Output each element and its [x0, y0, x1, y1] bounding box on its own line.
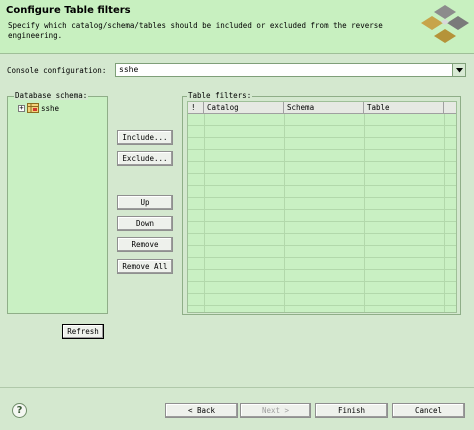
down-button[interactable]: Down [117, 216, 173, 231]
console-configuration-label: Console configuration: [7, 66, 107, 75]
table-filters-legend: Table filters: [187, 91, 253, 100]
page-title: Configure Table filters [6, 5, 131, 16]
table-header: ! Catalog Schema Table [188, 102, 456, 114]
column-header-exclude[interactable]: ! [188, 102, 204, 114]
column-header-table[interactable]: Table [364, 102, 444, 114]
grid-column-line [444, 114, 445, 312]
page-description: Specify which catalog/schema/tables shou… [8, 21, 383, 40]
table-filters-table[interactable]: ! Catalog Schema Table [187, 101, 457, 313]
column-header-filler [444, 102, 456, 114]
table-body[interactable] [188, 114, 456, 312]
grid-row-line [188, 221, 456, 222]
remove-all-button[interactable]: Remove All [117, 259, 173, 274]
column-header-catalog[interactable]: Catalog [204, 102, 284, 114]
console-configuration-value: sshe [119, 65, 139, 74]
grid-column-line [204, 114, 205, 312]
finish-button[interactable]: Finish [315, 403, 388, 418]
include-button[interactable]: Include... [117, 130, 173, 145]
expand-icon[interactable]: + [18, 104, 25, 112]
table-filters-group: Table filters: ! Catalog Schema Table [182, 91, 461, 315]
column-header-schema[interactable]: Schema [284, 102, 364, 114]
schema-tree-item[interactable]: + sshe [18, 103, 59, 113]
grid-row-line [188, 197, 456, 198]
grid-row-line [188, 137, 456, 138]
grid-row-line [188, 281, 456, 282]
exclude-button[interactable]: Exclude... [117, 151, 173, 166]
grid-column-line [364, 114, 365, 312]
chevron-down-icon[interactable] [452, 64, 465, 76]
grid-row-line [188, 305, 456, 306]
grid-row-line [188, 173, 456, 174]
grid-row-line [188, 185, 456, 186]
remove-button[interactable]: Remove [117, 237, 173, 252]
grid-row-line [188, 245, 456, 246]
grid-row-line [188, 233, 456, 234]
up-button[interactable]: Up [117, 195, 173, 210]
schema-tree-label: sshe [41, 103, 60, 113]
footer-separator [0, 387, 474, 388]
database-icon [27, 103, 39, 113]
grid-row-line [188, 125, 456, 126]
grid-row-line [188, 149, 456, 150]
grid-row-line [188, 269, 456, 270]
grid-row-line [188, 161, 456, 162]
database-schema-legend: Database schema: [14, 91, 89, 100]
refresh-button[interactable]: Refresh [62, 324, 104, 339]
next-button[interactable]: Next > [240, 403, 311, 418]
grid-row-line [188, 209, 456, 210]
wizard-header: Configure Table filters Specify which ca… [0, 0, 474, 54]
grid-column-line [284, 114, 285, 312]
console-configuration-select[interactable]: sshe [115, 63, 466, 77]
grid-row-line [188, 257, 456, 258]
database-schema-group: Database schema: + sshe [7, 91, 108, 314]
hibernate-logo-icon [421, 5, 469, 43]
help-icon[interactable]: ? [12, 403, 27, 418]
back-button[interactable]: < Back [165, 403, 238, 418]
grid-row-line [188, 293, 456, 294]
cancel-button[interactable]: Cancel [392, 403, 465, 418]
